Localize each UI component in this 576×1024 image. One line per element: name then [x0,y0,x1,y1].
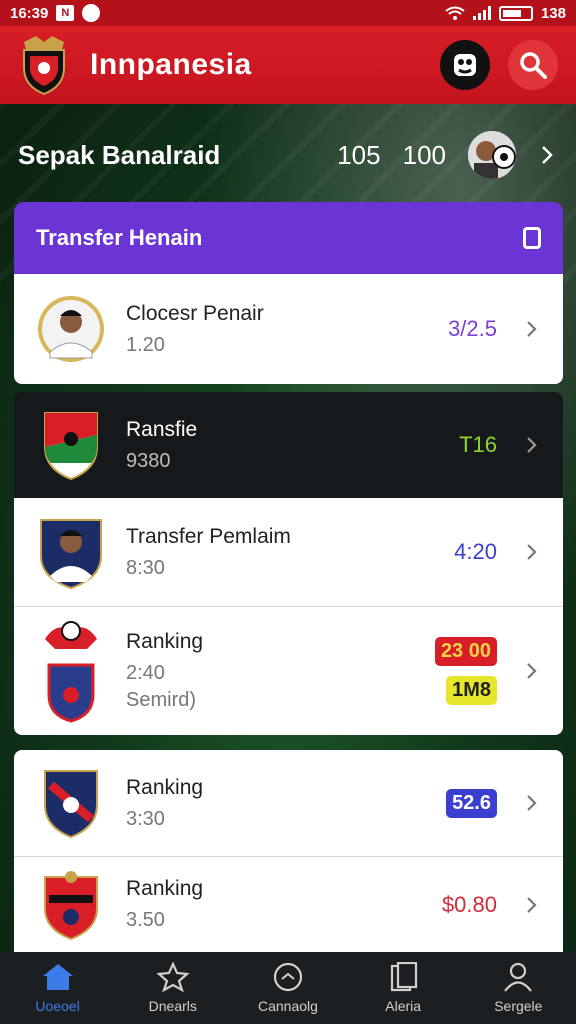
nav-label: Dnearls [148,998,197,1014]
player-photo [36,291,106,367]
chevron-right-icon [542,146,553,164]
player-photo [36,514,106,590]
cards-icon [391,962,418,992]
item-value: T16 [459,432,497,457]
nav-item-home[interactable]: Uoeoel [8,962,108,1014]
notification-icon: N [56,5,75,21]
item-sub: 3:30 [126,807,165,830]
ball-icon [273,962,303,992]
transfer-section-header[interactable]: Transfer Henain [14,202,563,274]
profile-button[interactable] [440,40,490,90]
nav-label: Sergele [494,998,543,1014]
item-name: Ranking [126,877,204,900]
match-title: Sepak Banalraid [18,139,221,170]
nav-item-profile[interactable]: Sergele [468,962,568,1014]
match-score-row[interactable]: Sepak Banalraid 105 100 [0,120,576,190]
expand-icon[interactable] [523,227,541,249]
item-name: Ransfie [126,417,198,441]
club-crest [36,765,106,841]
list-item[interactable]: Clocesr Penair 1.20 3/2.5 [14,274,563,384]
item-sub: 8:30 [126,556,165,579]
player-avatar [468,131,516,179]
list-item[interactable]: Ranking 3:30 52.6 [14,750,563,856]
app-title: Innpanesia [90,48,252,81]
home-icon [42,964,73,990]
item-name: Ranking [126,775,204,799]
nav-label: Aleria [385,998,422,1014]
value-badge: 52.6 [446,788,497,818]
club-crest [36,616,106,726]
item-name: Ranking [126,630,204,653]
item-value: 3/2.5 [448,316,497,341]
section-title: Transfer Henain [36,225,203,250]
club-logo[interactable] [18,34,70,96]
signal-icon [472,6,491,20]
item-value: 4:20 [454,539,497,564]
search-icon [520,52,547,79]
status-bar: 16:39 N 138 [0,0,576,26]
app-notification-icon [82,4,101,22]
battery-icon [498,5,533,21]
item-value: $0.80 [441,891,497,917]
battery-level: 138 [540,4,566,22]
status-time: 16:39 [10,4,49,22]
list-item[interactable]: Ransfie 9380 T16 [14,392,563,498]
rank-badge: 1M8 [446,676,497,705]
list-item[interactable]: Ranking 3.50 $0.80 [14,857,563,952]
chevron-right-icon [527,795,537,811]
nav-item-deals[interactable]: Dnearls [123,962,223,1014]
score-away: 100 [402,139,446,170]
item-sub-secondary: Semird) [126,689,197,711]
profile-icon [504,962,533,992]
item-sub: 3.50 [126,909,165,931]
app-bar: Innpanesia [0,26,576,104]
score-home: 105 [337,139,381,170]
mask-icon [454,54,476,76]
nav-item-alerts[interactable]: Aleria [353,962,453,1014]
wifi-icon [445,6,465,20]
list-item[interactable]: Ranking 2:40 Semird) 23 00 1M8 [14,607,563,735]
nav-label: Uoeoel [35,998,80,1014]
item-name: Transfer Pemlaim [126,524,291,548]
club-crest [36,407,106,483]
chevron-right-icon [527,437,537,453]
chevron-right-icon [527,544,537,560]
item-sub: 9380 [126,449,171,472]
nav-item-matches[interactable]: Cannaolg [238,962,338,1014]
chevron-right-icon [527,663,537,679]
item-sub: 1.20 [126,333,165,356]
bottom-nav: Uoeoel Dnearls Cannaolg Aleria Sergele [0,952,576,1024]
club-crest [36,867,106,943]
score-badge: 23 00 [434,637,497,666]
item-name: Clocesr Penair [126,301,264,325]
item-sub: 2:40 [126,662,165,684]
chevron-right-icon [527,896,537,913]
nav-label: Cannaolg [258,998,318,1014]
list-item[interactable]: Transfer Pemlaim 8:30 4:20 [14,498,563,606]
chevron-right-icon [527,321,537,337]
star-icon [156,962,190,992]
search-button[interactable] [508,40,558,90]
